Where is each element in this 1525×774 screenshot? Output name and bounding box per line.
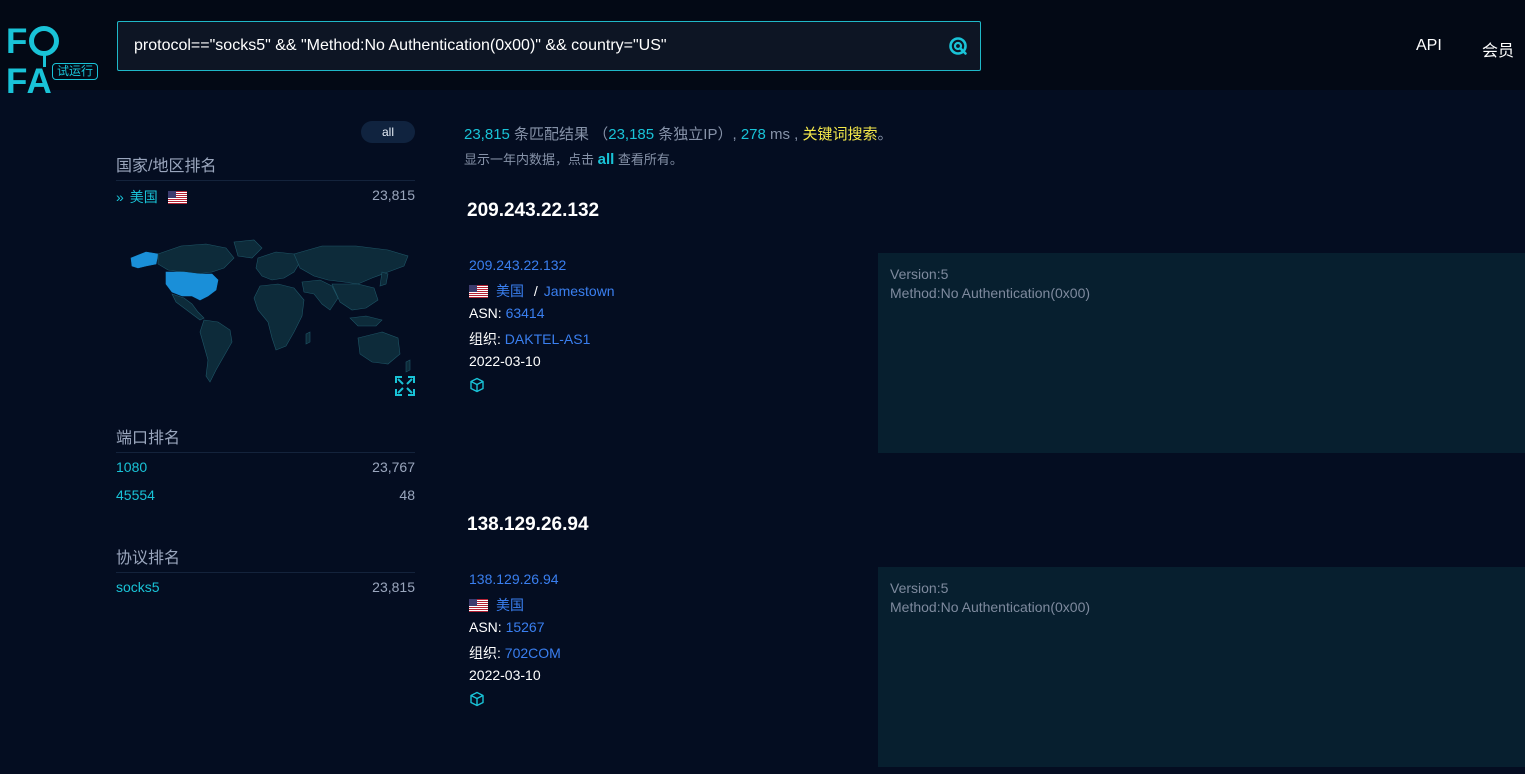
org-label: 组织: [469,331,501,347]
banner-line: Method:No Authentication(0x00) [890,285,1091,301]
us-flag-icon [469,285,488,298]
result-location: 美国 [469,595,524,615]
logo-letter-f: F [6,22,29,61]
port-item[interactable]: 45554 [116,487,155,503]
us-flag-icon [469,599,488,612]
banner-line: Version:5 [890,580,949,596]
beta-badge: 试运行 [52,63,99,80]
result-ip-link[interactable]: 138.129.26.94 [469,571,559,587]
result-date: 2022-03-10 [469,667,541,683]
protocol-ranking-title: 协议排名 [116,550,181,567]
result-title[interactable]: 209.243.22.132 [467,200,599,222]
divider [116,180,415,181]
country-name: 美国 [129,189,158,205]
search-icon[interactable] [948,36,968,56]
protocol-row[interactable]: socks5 23,815 [116,579,415,599]
country-row[interactable]: » 美国 23,815 [116,187,415,207]
cube-icon[interactable] [469,691,485,707]
summary-text: 。 [877,126,893,143]
result-org: 组织: DAKTEL-AS1 [469,329,590,349]
result-banner: Version:5 Method:No Authentication(0x00) [878,253,1525,453]
show-all-link[interactable]: all [598,151,615,168]
result-banner: Version:5 Method:No Authentication(0x00) [878,567,1525,767]
note-text: 显示一年内数据，点击 [464,152,598,167]
divider [116,572,415,573]
port-count: 23,767 [372,459,415,475]
org-link[interactable]: DAKTEL-AS1 [505,331,591,347]
summary-note: 显示一年内数据，点击 all 查看所有。 [464,149,683,168]
asn-label: ASN: [469,305,502,321]
port-count: 48 [399,487,415,503]
port-ranking-title: 端口排名 [116,430,181,447]
logo-text: FFA [6,22,106,102]
port-row[interactable]: 1080 23,767 [116,459,415,479]
result-asn: ASN: 15267 [469,619,545,635]
match-count: 23,815 [464,126,510,143]
note-text: 查看所有。 [614,152,683,167]
city-link[interactable]: Jamestown [544,283,615,299]
ip-link[interactable]: 138.129.26.94 [469,571,559,587]
divider [116,452,415,453]
port-item[interactable]: 1080 [116,459,147,475]
result-asn: ASN: 63414 [469,305,545,321]
summary-text: ms , [765,126,803,143]
org-link[interactable]: 702COM [505,645,561,661]
unique-ip-count: 23,185 [608,126,655,143]
top-header: FFA 试运行 API 会员 [0,0,1525,101]
us-flag-icon [167,191,187,204]
query-time: 278 [740,126,766,143]
nav-member-link[interactable]: 会员 [1482,37,1514,61]
banner-line: Version:5 [890,266,949,282]
protocol-item[interactable]: socks5 [116,579,160,595]
result-org: 组织: 702COM [469,643,561,663]
result-ip-link[interactable]: 209.243.22.132 [469,257,566,273]
keyword-search-link[interactable]: 关键词搜索 [803,126,878,143]
ip-link[interactable]: 209.243.22.132 [469,257,566,273]
country-ranking-title: 国家/地区排名 [116,158,217,175]
banner-line: Method:No Authentication(0x00) [890,599,1091,615]
search-input[interactable] [132,22,932,70]
nav-api-link[interactable]: API [1416,37,1442,55]
all-filter-button[interactable]: all [361,121,415,143]
search-box [117,21,981,71]
asn-link[interactable]: 15267 [506,619,545,635]
double-chevron-right-icon: » [116,189,124,205]
cube-icon[interactable] [469,377,485,393]
result-location: 美国 / Jamestown [469,281,615,301]
summary-text: 条匹配结果 （ [509,126,609,143]
result-date: 2022-03-10 [469,353,541,369]
logo-o-ring [29,26,60,67]
location-separator: / [533,283,538,299]
asn-link[interactable]: 63414 [506,305,545,321]
country-item[interactable]: » 美国 [116,187,187,207]
org-label: 组织: [469,645,501,661]
result-title[interactable]: 138.129.26.94 [467,514,589,536]
country-count: 23,815 [372,187,415,203]
country-link[interactable]: 美国 [496,283,524,299]
expand-map-icon[interactable] [395,376,415,396]
country-link[interactable]: 美国 [496,597,524,613]
protocol-count: 23,815 [372,579,415,595]
summary-text: 条独立IP）, [654,126,741,143]
logo-letters-fa: FA [6,62,53,101]
asn-label: ASN: [469,619,502,635]
world-map[interactable] [126,238,416,398]
result-summary: 23,815 条匹配结果 （23,185 条独立IP）, 278 ms , 关键… [464,123,893,144]
port-row[interactable]: 45554 48 [116,487,415,507]
fofa-logo[interactable]: FFA 试运行 [6,22,106,101]
